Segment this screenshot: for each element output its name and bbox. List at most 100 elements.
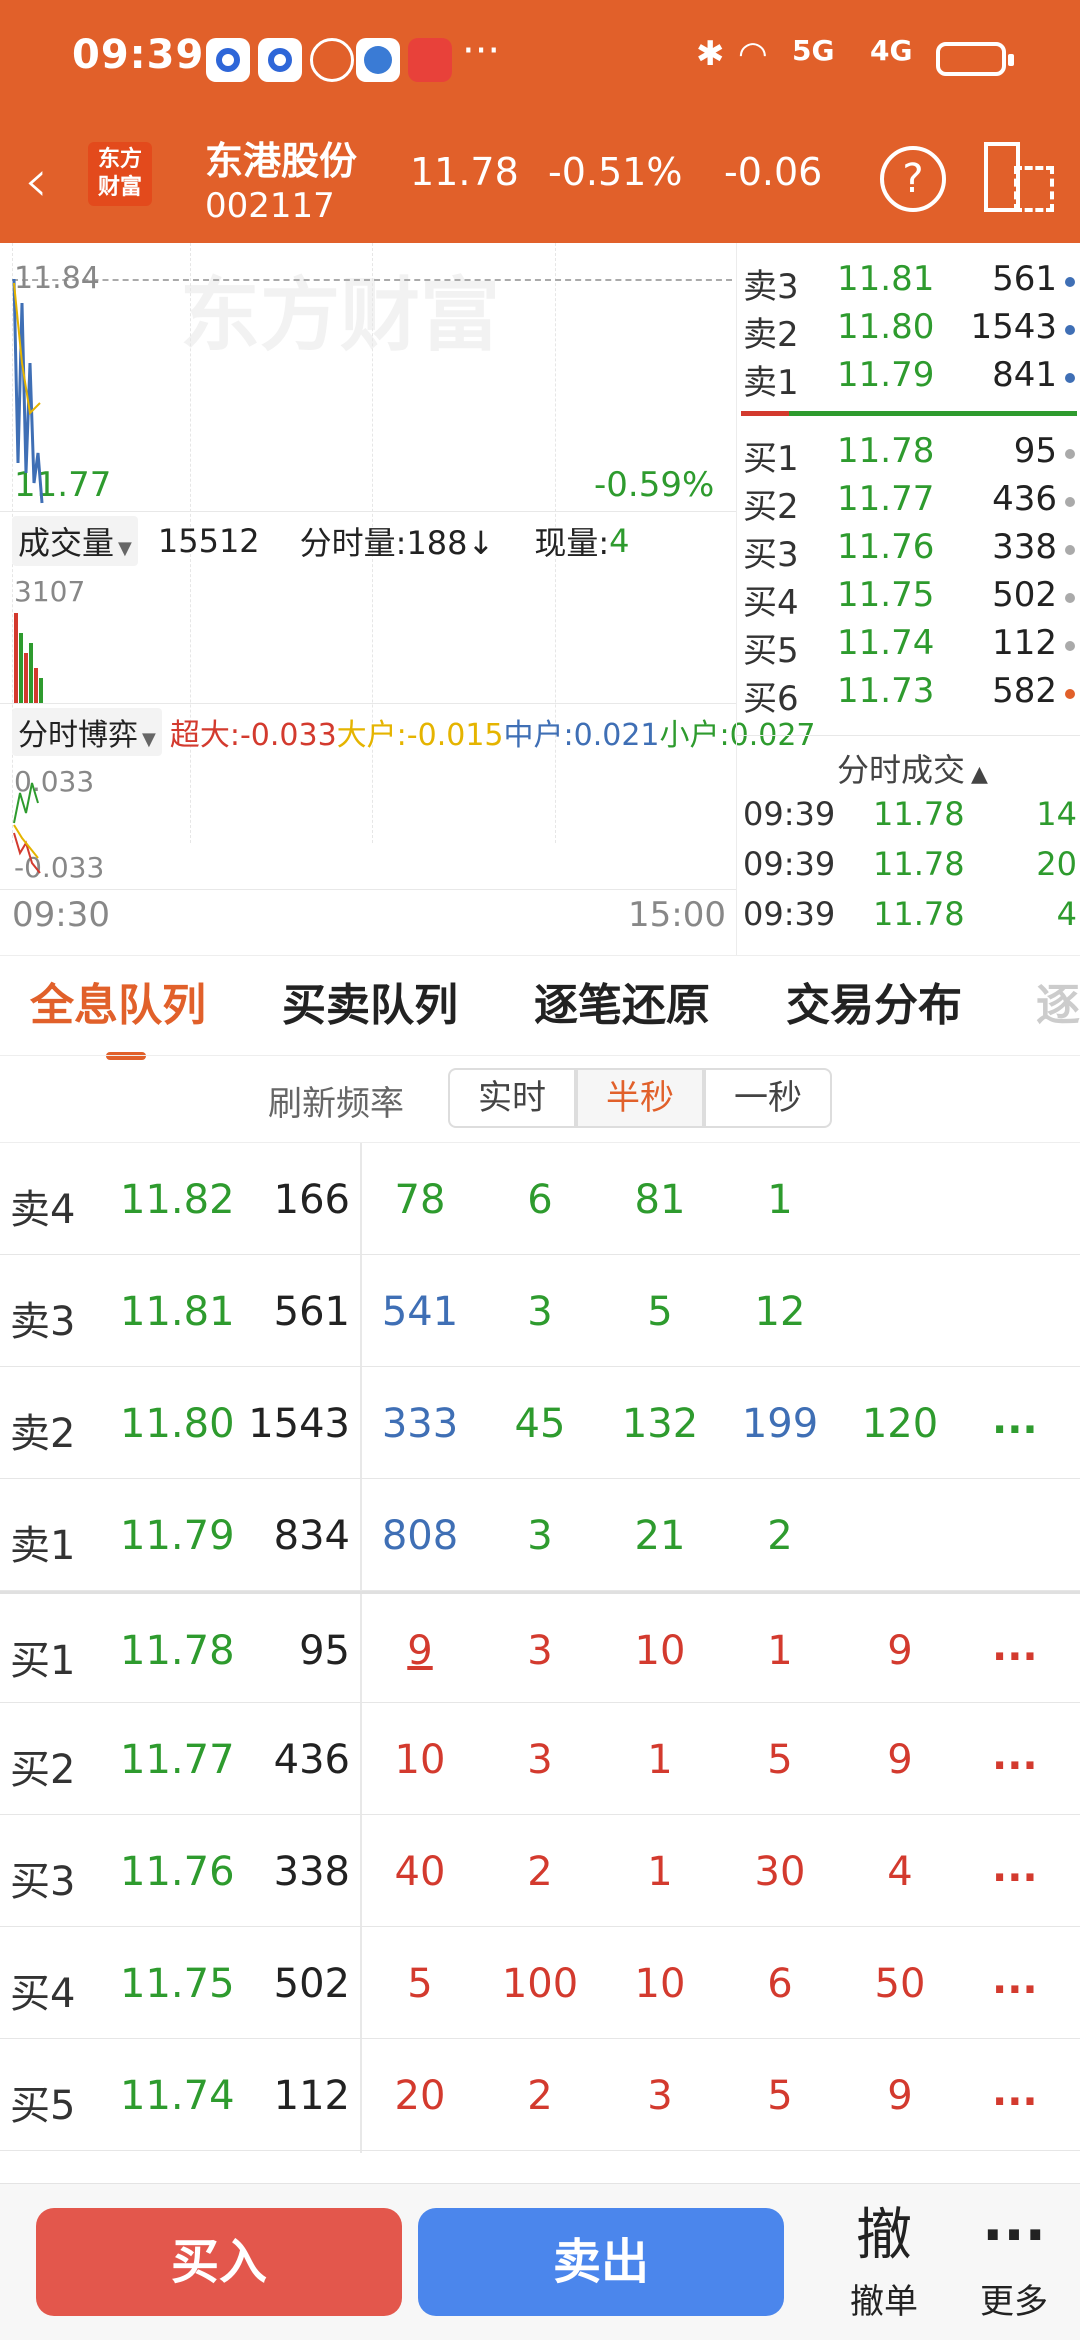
- queue-more-indicator[interactable]: ...: [992, 1624, 1038, 1670]
- buy-queue-row[interactable]: 买1 11.78 95 9 3 10 1 9...: [0, 1591, 1080, 1703]
- buy-level-row: 买1 11.78 95: [737, 431, 1080, 479]
- divider: [0, 889, 736, 890]
- tab-more[interactable]: 逐: [1036, 956, 1080, 1056]
- ticks-title-label: 分时成交: [837, 751, 966, 789]
- queue-more-indicator[interactable]: ...: [992, 1957, 1038, 2003]
- level-price: 11.74: [837, 623, 935, 663]
- dropdown-icon: ▼: [142, 729, 156, 750]
- tab-tick-restore[interactable]: 逐笔还原: [534, 956, 710, 1056]
- current-volume-label: 现量:: [534, 524, 610, 562]
- queue-level-volume: 561: [273, 1289, 350, 1335]
- tab-trade-distribution[interactable]: 交易分布: [786, 956, 962, 1056]
- buy-queue-row[interactable]: 买2 11.77 436 10 3 1 5 9...: [0, 1703, 1080, 1815]
- bluetooth-icon: ✱: [696, 34, 725, 74]
- tab-bid-ask-queue[interactable]: 买卖队列: [282, 956, 458, 1056]
- queue-order-cell: 6: [767, 1961, 793, 2007]
- queue-order-cell: 81: [634, 1177, 686, 1223]
- buy-level-row: 买4 11.75 502: [737, 575, 1080, 623]
- stock-name[interactable]: 东港股份: [205, 130, 357, 185]
- divider: [737, 735, 1080, 736]
- queue-order-cell: 5: [767, 1737, 793, 1783]
- queue-order-cell: 100: [501, 1961, 579, 2007]
- level-volume: 95: [1013, 431, 1057, 471]
- ticks-title[interactable]: 分时成交 ▲: [837, 745, 988, 791]
- queue-order-cell: 6: [527, 1177, 553, 1223]
- queue-order-cell: 10: [634, 1628, 686, 1674]
- queue-order-cell: 50: [874, 1961, 926, 2007]
- sell-queue-row[interactable]: 卖4 11.82 166 78 6 81 1: [0, 1143, 1080, 1255]
- super-large-value: 超大:-0.033: [169, 718, 337, 753]
- sell-level-row: 卖2 11.80 1543: [737, 307, 1080, 355]
- time-start: 09:30: [12, 895, 110, 935]
- status-dot: [1065, 497, 1075, 507]
- switch-layout-icon[interactable]: [984, 142, 1054, 212]
- refresh-option-one-second[interactable]: 一秒: [704, 1068, 832, 1128]
- level-label: 卖1: [743, 363, 799, 403]
- level-label: 买3: [743, 535, 799, 575]
- queue-level-price: 11.74: [120, 2073, 235, 2119]
- level-price: 11.81: [837, 259, 935, 299]
- status-dot: [1065, 545, 1075, 555]
- more-button[interactable]: ··· 更多: [954, 2204, 1074, 2323]
- tab-full-queue[interactable]: 全息队列: [30, 956, 206, 1056]
- tick-price: 11.78: [873, 845, 965, 883]
- cancel-order-button[interactable]: 撤 撤单: [824, 2204, 944, 2323]
- queue-order-cell: 2: [767, 1513, 793, 1559]
- level-label: 买4: [743, 583, 799, 623]
- logo-text: 东方: [97, 147, 142, 172]
- stock-code: 002117: [205, 186, 335, 226]
- more-notifications-icon: ···: [462, 28, 501, 74]
- buy-button[interactable]: 买入: [36, 2208, 402, 2316]
- header-change: -0.06: [724, 150, 823, 194]
- time-end: 15:00: [628, 895, 726, 935]
- queue-order-cell: 5: [407, 1961, 433, 2007]
- queue-more-indicator[interactable]: ...: [992, 2069, 1038, 2115]
- queue-order-cell: 808: [381, 1513, 459, 1559]
- queue-order-cell: 40: [394, 1849, 446, 1895]
- help-icon[interactable]: ?: [880, 146, 946, 212]
- buy-queue-row[interactable]: 买3 11.76 338 40 2 1 30 4...: [0, 1815, 1080, 1927]
- app-root: 09:39 ··· ✱ ◠ 5G 4G ‹ 东方 财富 东港股份 002117 …: [0, 0, 1080, 2340]
- queue-order-cell: 2: [527, 1849, 553, 1895]
- sell-button[interactable]: 卖出: [418, 2208, 784, 2316]
- tick-time: 09:39: [743, 845, 836, 883]
- sell-queue-row[interactable]: 卖2 11.80 1543 333 45 132 199 120...: [0, 1367, 1080, 1479]
- sell-queue-row[interactable]: 卖3 11.81 561 541 3 5 12: [0, 1255, 1080, 1367]
- buy-queue-row[interactable]: 买4 11.75 502 5 100 10 6 50...: [0, 1927, 1080, 2039]
- level-label: 卖3: [743, 267, 799, 307]
- game-selector[interactable]: 分时博弈 ▼: [12, 708, 162, 756]
- refresh-option-realtime[interactable]: 实时: [448, 1068, 576, 1128]
- sell-queue-row[interactable]: 卖1 11.79 834 808 3 21 2: [0, 1479, 1080, 1591]
- queue-order-cell: 9: [887, 1628, 913, 1674]
- level-price: 11.78: [837, 431, 935, 471]
- queue-more-indicator[interactable]: ...: [992, 1397, 1038, 1443]
- queue-order-cell: 9: [407, 1628, 433, 1674]
- minute-volume: 分时量:188↓: [299, 524, 495, 562]
- volume-bars: [14, 613, 43, 703]
- queue-order-cell: 2: [527, 2073, 553, 2119]
- battery-icon: [936, 42, 1014, 76]
- level-label: 买2: [743, 487, 799, 527]
- queue-more-indicator[interactable]: ...: [992, 1733, 1038, 1779]
- queue-level-price: 11.75: [120, 1961, 235, 2007]
- queue-level-volume: 1543: [248, 1401, 350, 1447]
- status-bar: 09:39 ··· ✱ ◠ 5G 4G: [0, 0, 1080, 120]
- intraday-chart[interactable]: 东方财富 11.84 11.77 -0.59% 成交量 ▼ 15512 分时量:1…: [0, 243, 816, 955]
- divider: [0, 703, 736, 704]
- queue-order-cell: 9: [887, 1737, 913, 1783]
- large-value: 大户:-0.015: [336, 718, 504, 753]
- volume-total: 15512: [157, 522, 260, 560]
- volume-selector[interactable]: 成交量 ▼: [12, 516, 138, 566]
- level-label: 买1: [743, 439, 799, 479]
- queue-order-cell: 120: [861, 1401, 939, 1447]
- queue-order-cell: 3: [527, 1289, 553, 1335]
- queue-order-cell: 45: [514, 1401, 566, 1447]
- back-arrow-icon[interactable]: ‹: [24, 146, 48, 216]
- buy-queue-row[interactable]: 买5 11.74 112 20 2 3 5 9...: [0, 2039, 1080, 2151]
- sell-level-row: 卖1 11.79 841: [737, 355, 1080, 403]
- status-dot: [1065, 277, 1075, 287]
- queue-more-indicator[interactable]: ...: [992, 1845, 1038, 1891]
- queue-level-label: 买2: [10, 1747, 76, 1793]
- refresh-option-half-second[interactable]: 半秒: [576, 1068, 704, 1128]
- app-notification-icon: [408, 38, 452, 82]
